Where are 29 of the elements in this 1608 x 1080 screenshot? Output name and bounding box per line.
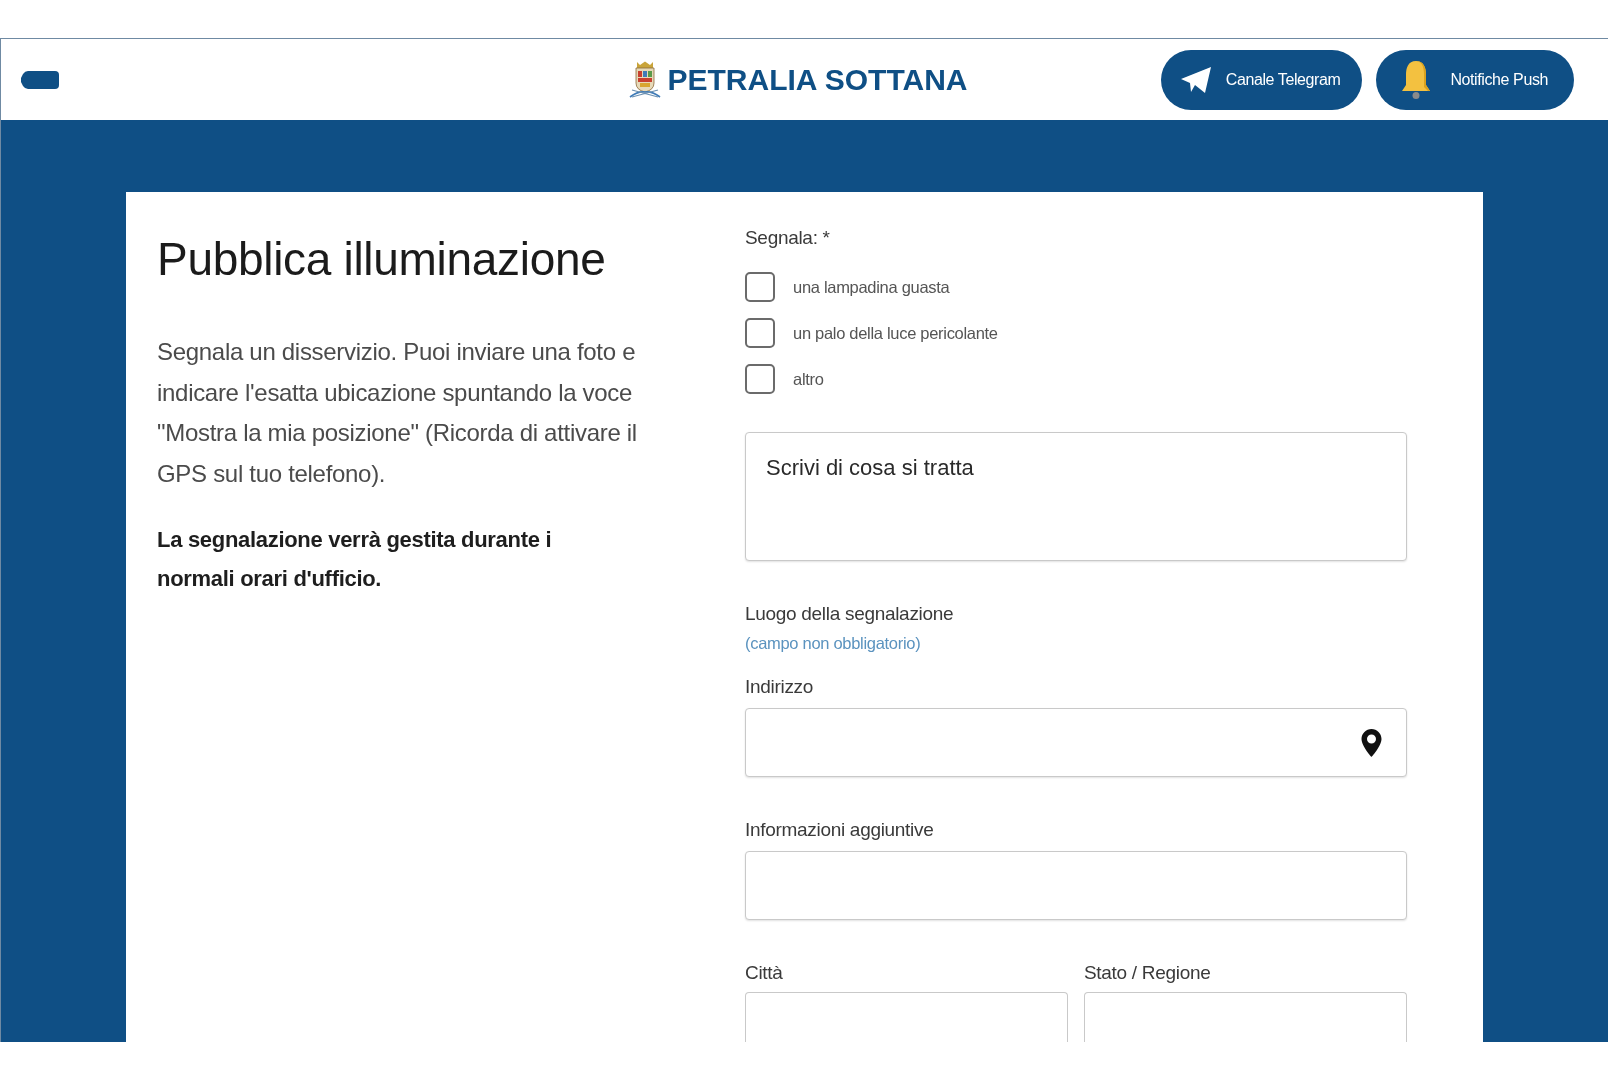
input-field[interactable]	[1084, 992, 1407, 1042]
hint-text: (campo non obbligatorio)	[745, 633, 921, 653]
field-label: Segnala: *	[745, 226, 830, 250]
description-field[interactable]: Scrivi di cosa si tratta	[745, 432, 1407, 561]
input-field[interactable]	[745, 851, 1407, 920]
crest-icon	[627, 61, 662, 98]
input-field[interactable]	[745, 992, 1068, 1042]
bell-icon	[1400, 59, 1433, 100]
field-label: Stato / Regione	[1084, 961, 1211, 985]
address-field[interactable]	[745, 708, 1407, 777]
tag-icon[interactable]	[21, 70, 59, 89]
description-text: Segnala un disservizio. Puoi inviare una foto e indicare l'esatta ubicazione spuntando la voce "Mostra la mia posizione" (Ricorda di attivare il GPS sul tuo telefono).	[157, 337, 638, 489]
section-label: Luogo della segnalazione	[745, 602, 954, 626]
checkbox-label: altro	[793, 369, 824, 389]
field-label: Indirizzo	[745, 675, 814, 699]
paper-plane-icon	[1180, 66, 1211, 93]
checkbox[interactable]	[745, 272, 775, 302]
notifications-button[interactable]: Notifiche Push	[1376, 49, 1574, 110]
channel-button[interactable]: Canale Telegram	[1160, 49, 1363, 110]
checkbox-label: una lampadina guasta	[793, 277, 950, 297]
field-label: Informazioni aggiuntive	[745, 818, 934, 842]
checkbox[interactable]	[745, 364, 775, 394]
checkbox[interactable]	[745, 318, 775, 348]
note-text: La segnalazione verrà gestita durante i normali orari d'ufficio.	[157, 526, 553, 593]
page-title: Pubblica illuminazione	[157, 232, 606, 286]
checkbox-label: un palo della luce pericolante	[793, 323, 998, 343]
site-title[interactable]: PETRALIA SOTTANA	[667, 62, 968, 97]
map-pin-icon[interactable]	[1361, 728, 1382, 757]
field-label: Città	[745, 961, 783, 985]
